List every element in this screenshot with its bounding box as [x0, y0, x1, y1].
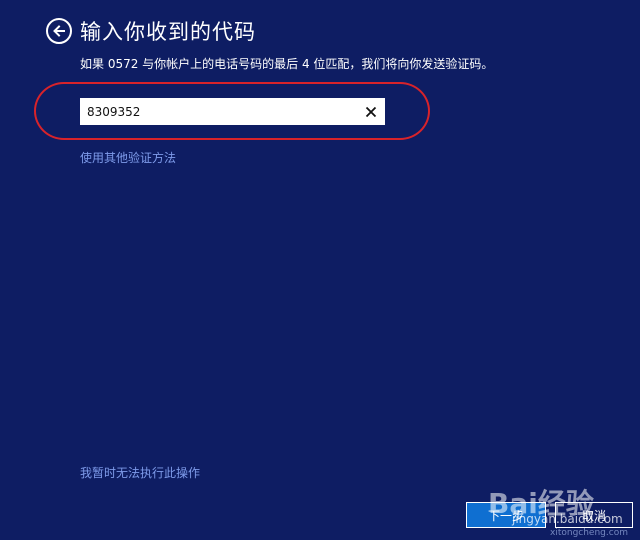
- use-other-verification-link[interactable]: 使用其他验证方法: [80, 149, 176, 166]
- close-icon: [365, 106, 377, 117]
- next-button[interactable]: 下一步: [466, 502, 546, 528]
- cannot-do-now-link[interactable]: 我暂时无法执行此操作: [80, 464, 200, 481]
- watermark-footer: xitongcheng.com: [550, 528, 628, 538]
- instruction-text: 如果 0572 与你帐户上的电话号码的最后 4 位匹配，我们将向你发送验证码。: [80, 57, 494, 71]
- back-arrow-icon: [53, 25, 65, 37]
- verification-code-input[interactable]: [81, 99, 360, 124]
- code-input-container: [80, 98, 385, 125]
- back-button[interactable]: [46, 18, 72, 44]
- page-title: 输入你收到的代码: [80, 20, 256, 44]
- verification-code-page: 输入你收到的代码 如果 0572 与你帐户上的电话号码的最后 4 位匹配，我们将…: [0, 0, 640, 540]
- cancel-button[interactable]: 取消: [555, 502, 633, 528]
- clear-input-button[interactable]: [360, 101, 382, 123]
- header: 输入你收到的代码: [46, 16, 256, 46]
